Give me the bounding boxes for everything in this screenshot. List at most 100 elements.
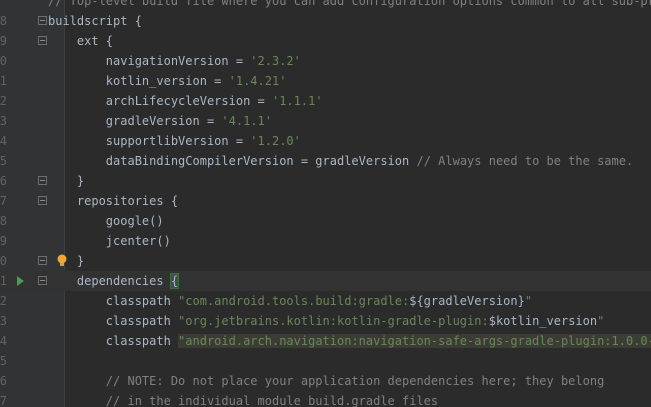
code-text: // Top-level build file where you can ad… xyxy=(48,0,651,11)
fold-marker-icon[interactable] xyxy=(38,16,47,25)
code-token: gradleVersion = xyxy=(48,114,222,128)
code-text: } xyxy=(48,251,84,271)
string-token: " xyxy=(597,314,605,328)
code-line[interactable]: 1 dependencies { xyxy=(0,271,651,291)
code-text: dataBindingCompilerVersion = gradleVersi… xyxy=(48,151,633,171)
code-line[interactable]: 2 archLifecycleVersion = '1.1.1' xyxy=(0,91,651,111)
code-line[interactable]: 2 classpath "com.android.tools.build:gra… xyxy=(0,291,651,311)
code-line[interactable]: 4 classpath "android.arch.navigation:nav… xyxy=(0,331,651,351)
line-number: 4 xyxy=(0,134,7,148)
code-line[interactable]: 6 // NOTE: Do not place your application… xyxy=(0,371,651,391)
fold-marker-icon[interactable] xyxy=(38,256,47,265)
string-token: " xyxy=(524,294,533,308)
code-line[interactable]: 6 } xyxy=(0,171,651,191)
code-text: gradleVersion = '4.1.1' xyxy=(48,111,272,131)
code-line[interactable]: // Top-level build file where you can ad… xyxy=(0,0,651,11)
code-token: ext { xyxy=(48,34,114,48)
line-number: 0 xyxy=(0,54,7,68)
line-number: 7 xyxy=(0,194,7,208)
code-line[interactable]: 4 supportlibVersion = '1.2.0' xyxy=(0,131,651,151)
code-line[interactable]: 3 gradleVersion = '4.1.1' xyxy=(0,111,651,131)
line-number: 8 xyxy=(0,14,7,28)
code-line[interactable]: 5 dataBindingCompilerVersion = gradleVer… xyxy=(0,151,651,171)
code-token: classpath xyxy=(48,314,179,328)
code-token: } xyxy=(48,254,85,268)
code-token: repositories { xyxy=(48,194,179,208)
code-token: classpath xyxy=(48,334,179,348)
line-number: 7 xyxy=(0,394,7,407)
fold-marker-icon[interactable] xyxy=(38,276,47,285)
string-token: '4.1.1' xyxy=(221,114,272,128)
line-number: 1 xyxy=(0,274,7,288)
code-text: classpath "org.jetbrains.kotlin:kotlin-g… xyxy=(48,311,605,331)
code-text: navigationVersion = '2.3.2' xyxy=(48,51,301,71)
code-text: classpath "com.android.tools.build:gradl… xyxy=(48,291,532,311)
code-text: supportlibVersion = '1.2.0' xyxy=(48,131,301,151)
code-line[interactable]: 9 ext { xyxy=(0,31,651,51)
code-line[interactable]: 7 repositories { xyxy=(0,191,651,211)
line-number: 0 xyxy=(0,254,7,268)
code-text: ext { xyxy=(48,31,113,51)
code-text: google() xyxy=(48,211,164,231)
code-text: repositories { xyxy=(48,191,178,211)
string-token: "org.jetbrains.kotlin:kotlin-gradle-plug… xyxy=(178,314,489,328)
code-token: dependencies xyxy=(48,274,171,288)
code-token: classpath xyxy=(48,294,179,308)
code-line[interactable]: 5 xyxy=(0,351,651,371)
code-line[interactable]: 7 // in the individual module build.grad… xyxy=(0,391,651,407)
string-token: '1.1.1' xyxy=(271,94,323,108)
code-line[interactable]: 8 buildscript { xyxy=(0,11,651,31)
code-line[interactable]: 3 classpath "org.jetbrains.kotlin:kotlin… xyxy=(0,311,651,331)
code-line[interactable]: 1 kotlin_version = '1.4.21' xyxy=(0,71,651,91)
line-number: 2 xyxy=(0,94,7,108)
line-number: 1 xyxy=(0,74,7,88)
code-text: // NOTE: Do not place your application d… xyxy=(48,371,605,391)
code-token: supportlibVersion = xyxy=(48,134,251,148)
code-text: kotlin_version = '1.4.21' xyxy=(48,71,287,91)
fold-marker-icon[interactable] xyxy=(38,176,47,185)
line-number: 4 xyxy=(0,334,7,348)
code-line[interactable]: 0 } xyxy=(0,251,651,271)
string-token: '1.4.21' xyxy=(228,74,287,88)
code-text: } xyxy=(48,171,84,191)
string-token: '1.2.0' xyxy=(250,134,301,148)
line-number: 2 xyxy=(0,294,7,308)
fold-marker-icon[interactable] xyxy=(38,196,47,205)
code-token: buildscript { xyxy=(48,14,142,28)
code-line[interactable]: 9 jcenter() xyxy=(0,231,651,251)
code-text: buildscript { xyxy=(48,11,142,31)
line-number: 6 xyxy=(0,374,7,388)
code-text: classpath "android.arch.navigation:navig… xyxy=(48,331,651,351)
code-line[interactable]: 8 google() xyxy=(0,211,651,231)
string-token: '2.3.2' xyxy=(250,54,301,68)
string-token: "com.android.tools.build:gradle: xyxy=(178,294,410,308)
code-editor[interactable]: // Top-level build file where you can ad… xyxy=(0,0,651,407)
code-token: kotlin_version = xyxy=(48,74,229,88)
code-text: archLifecycleVersion = '1.1.1' xyxy=(48,91,323,111)
line-number: 3 xyxy=(0,114,7,128)
comment-token: // in the individual module build.gradle… xyxy=(48,394,439,407)
comment-token: // Top-level build file where you can ad… xyxy=(48,0,651,8)
code-token: archLifecycleVersion = xyxy=(48,94,272,108)
fold-marker-icon[interactable] xyxy=(38,36,47,45)
code-token: { xyxy=(169,273,180,289)
code-token: google() xyxy=(48,214,164,228)
line-number: 5 xyxy=(0,354,7,368)
code-token: jcenter() xyxy=(48,234,171,248)
code-line[interactable]: 0 navigationVersion = '2.3.2' xyxy=(0,51,651,71)
line-number: 6 xyxy=(0,174,7,188)
comment-token: // Always need to be the same. xyxy=(416,154,634,168)
code-token: navigationVersion = xyxy=(48,54,251,68)
string-token: "android.arch.navigation:navigation-safe… xyxy=(178,334,651,348)
code-lines: // Top-level build file where you can ad… xyxy=(0,0,651,407)
line-number: 9 xyxy=(0,234,7,248)
code-text: jcenter() xyxy=(48,231,171,251)
line-number: 5 xyxy=(0,154,7,168)
run-gutter-icon[interactable] xyxy=(14,271,26,291)
code-text: dependencies { xyxy=(48,271,180,291)
comment-token: // NOTE: Do not place your application d… xyxy=(48,374,605,388)
code-token: } xyxy=(48,174,85,188)
line-number: 9 xyxy=(0,34,7,48)
code-token: ${gradleVersion} xyxy=(409,294,525,308)
line-number: 8 xyxy=(0,214,7,228)
